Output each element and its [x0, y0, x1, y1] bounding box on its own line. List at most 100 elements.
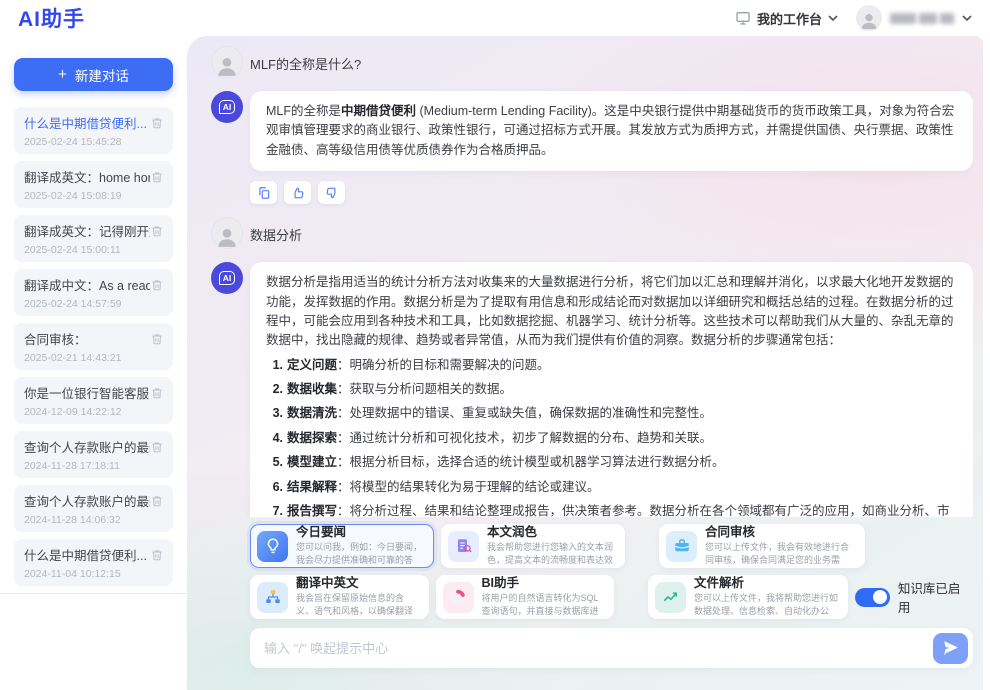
answer-text-bold: 中期借贷便利 [341, 104, 416, 118]
step-text: ：将分析过程、结果和结论整理成报告，供决策者参考。数据分析在各个领域都有广泛的应… [287, 504, 950, 517]
trash-icon[interactable] [150, 332, 164, 346]
chevron-down-icon [962, 15, 972, 21]
conversation-item[interactable]: 查询个人存款账户的最新... 2024-11-28 17:18:11 [14, 431, 173, 478]
answer-intro: 数据分析是指用适当的统计分析方法对收集来的大量数据进行分析，将它们加以汇总和理解… [266, 273, 957, 351]
document-polish-icon [448, 531, 479, 562]
conversation-time: 2025-02-21 14:43:21 [24, 352, 164, 364]
step-item: 2. 数据收集：获取与分析问题相关的数据。 [266, 380, 957, 399]
conversation-title: 什么是中期借贷便利... [24, 545, 147, 564]
answer-steps: 1.定义问题：明确分析的目标和需要解决的问题。 2. 数据收集：获取与分析问题相关… [266, 356, 957, 517]
conversation-list: 什么是中期借贷便利... 2025-02-24 15:45:28 翻译成英文：h… [0, 107, 187, 690]
trash-icon[interactable] [150, 278, 164, 292]
user-message: MLF的全称是什么? [211, 46, 973, 78]
workspace-label: 我的工作台 [757, 9, 822, 28]
new-chat-button[interactable]: + 新建对话 [14, 58, 173, 91]
quick-card-bi-assistant[interactable]: BI助手 将用户的自然语言转化为SQL查询语句，并直接与数据库进行交互，返回智能… [436, 575, 615, 619]
sidebar-divider [0, 593, 187, 594]
user-account-menu[interactable] [856, 5, 972, 31]
trash-icon[interactable] [150, 548, 164, 562]
step-label: 结果解释 [287, 480, 337, 494]
card-desc: 将用户的自然语言转化为SQL查询语句，并直接与数据库进行交互，返回智能推荐的图表… [482, 592, 606, 618]
conversation-time: 2024-11-28 17:18:11 [24, 460, 164, 472]
card-desc: 您可以问我，例如：今日要闻，我会尽力提供准确和可靠的答案。 [296, 541, 425, 567]
app-window: AI助手 我的工作台 + 新建对话 [0, 0, 990, 690]
step-item: 4.数据探索：通过统计分析和可视化技术，初步了解数据的分布、趋势和关联。 [266, 429, 957, 448]
step-number: 1. [266, 356, 283, 375]
user-avatar [856, 5, 882, 31]
card-title: 翻译中英文 [296, 576, 420, 592]
step-item: 1.定义问题：明确分析的目标和需要解决的问题。 [266, 356, 957, 375]
conversation-time: 2024-11-28 14:06:32 [24, 514, 164, 526]
ai-message: AI MLF的全称是中期借贷便利 (Medium-term Lending Fa… [211, 91, 973, 171]
step-label: 报告撰写 [287, 504, 337, 517]
step-text: ：获取与分析问题相关的数据。 [337, 382, 512, 396]
trash-icon[interactable] [150, 170, 164, 184]
toggle-label: 知识库已启用 [898, 578, 969, 616]
trash-icon[interactable] [150, 494, 164, 508]
conversation-time: 2025-02-24 14:57:59 [24, 298, 164, 310]
conversation-time: 2025-02-24 15:08:19 [24, 190, 164, 202]
conversation-title: 查询个人存款账户的最新... [24, 437, 150, 456]
conversation-item[interactable]: 查询个人存款账户的最新... 2024-11-28 14:06:32 [14, 485, 173, 532]
message-input[interactable] [264, 641, 933, 656]
trash-icon[interactable] [150, 224, 164, 238]
quick-card-text-polish[interactable]: 本文润色 我会帮助您进行您输入的文本润色，提高文本的流畅度和表达效果。 [441, 524, 625, 568]
quick-card-contract-review[interactable]: 合同审核 您可以上传文件，我会有效地进行合同审核，确保合同满足您的业务需求。 [659, 524, 865, 568]
thumb-up-button[interactable] [284, 181, 311, 204]
conversation-item[interactable]: 翻译成英文：home home 2025-02-24 15:08:19 [14, 161, 173, 208]
conversation-item[interactable]: 翻译成英文：记得刚开始... 2025-02-24 15:00:11 [14, 215, 173, 262]
donut-chart-icon [443, 582, 474, 613]
app-logo: AI助手 [18, 3, 85, 33]
plus-icon: + [58, 66, 67, 83]
trash-icon[interactable] [150, 116, 164, 130]
conversation-title: 翻译成英文：home home [24, 167, 150, 186]
user-message-text: 数据分析 [250, 217, 302, 244]
quick-card-today-news[interactable]: 今日要闻 您可以问我，例如：今日要闻，我会尽力提供准确和可靠的答案。 [250, 524, 434, 568]
answer-text: MLF的全称是 [266, 104, 341, 118]
thumb-down-icon [325, 186, 339, 200]
toggle-knob [873, 590, 887, 604]
step-label: 数据收集 [287, 382, 337, 396]
conversation-title: 合同审核： [24, 329, 87, 348]
ai-message: AI 数据分析是指用适当的统计分析方法对收集来的大量数据进行分析，将它们加以汇总… [211, 262, 973, 517]
step-number: 2. [266, 380, 283, 399]
conversation-title: 翻译成英文：记得刚开始... [24, 221, 150, 240]
send-button[interactable] [933, 633, 968, 664]
quick-card-translate[interactable]: 翻译中英文 我会旨在保留原始信息的含义、语气和风格，以确保翻译的准确性和自然流畅… [250, 575, 429, 619]
copy-icon [257, 186, 271, 200]
copy-button[interactable] [250, 181, 277, 204]
conversation-time: 2025-02-24 15:00:11 [24, 244, 164, 256]
user-avatar [211, 46, 243, 78]
chevron-down-icon [828, 15, 838, 21]
step-text: ：将模型的结果转化为易于理解的结论或建议。 [337, 480, 600, 494]
step-label: 数据清洗 [287, 406, 337, 420]
knowledge-base-toggle[interactable]: 知识库已启用 [855, 578, 969, 616]
card-title: BI助手 [482, 576, 606, 592]
ai-avatar-label: AI [219, 100, 236, 114]
conversation-title: 翻译成中文：As a reader... [24, 275, 150, 294]
step-text: ：明确分析的目标和需要解决的问题。 [337, 358, 550, 372]
person-icon [214, 52, 240, 78]
conversation-item[interactable]: 什么是中期借贷便利... 2024-11-04 10:12:15 [14, 539, 173, 586]
workspace-menu[interactable]: 我的工作台 [735, 9, 838, 28]
composer-bar [250, 628, 973, 668]
conversation-item[interactable]: 翻译成中文：As a reader... 2025-02-24 14:57:59 [14, 269, 173, 316]
conversation-item[interactable]: 合同审核： 2025-02-21 14:43:21 [14, 323, 173, 370]
quick-cards-row-1: 今日要闻 您可以问我，例如：今日要闻，我会尽力提供准确和可靠的答案。 本文润色 … [250, 524, 973, 568]
conversation-item[interactable]: 什么是中期借贷便利... 2025-02-24 15:45:28 [14, 107, 173, 154]
toggle-switch-on[interactable] [855, 588, 890, 607]
thumb-up-icon [291, 186, 305, 200]
conversation-item[interactable]: 你是一位银行智能客服，... 2024-12-09 14:22:12 [14, 377, 173, 424]
trash-icon[interactable] [150, 440, 164, 454]
thumb-down-button[interactable] [318, 181, 345, 204]
new-chat-label: 新建对话 [75, 65, 129, 85]
conversation-title: 查询个人存款账户的最新... [24, 491, 150, 510]
trash-icon[interactable] [150, 386, 164, 400]
ai-avatar: AI [211, 91, 243, 123]
step-number: 7. [266, 502, 283, 517]
quick-card-file-parse[interactable]: 文件解析 您可以上传文件，我将帮助您进行如数据处理、信息检索、自动化办公等。 [648, 575, 848, 619]
card-desc: 我会旨在保留原始信息的含义、语气和风格，以确保翻译的准确性和自然流畅。 [296, 592, 420, 618]
top-header: AI助手 我的工作台 [0, 0, 990, 36]
step-item: 5.模型建立：根据分析目标，选择合适的统计模型或机器学习算法进行数据分析。 [266, 453, 957, 472]
person-icon [858, 9, 880, 31]
